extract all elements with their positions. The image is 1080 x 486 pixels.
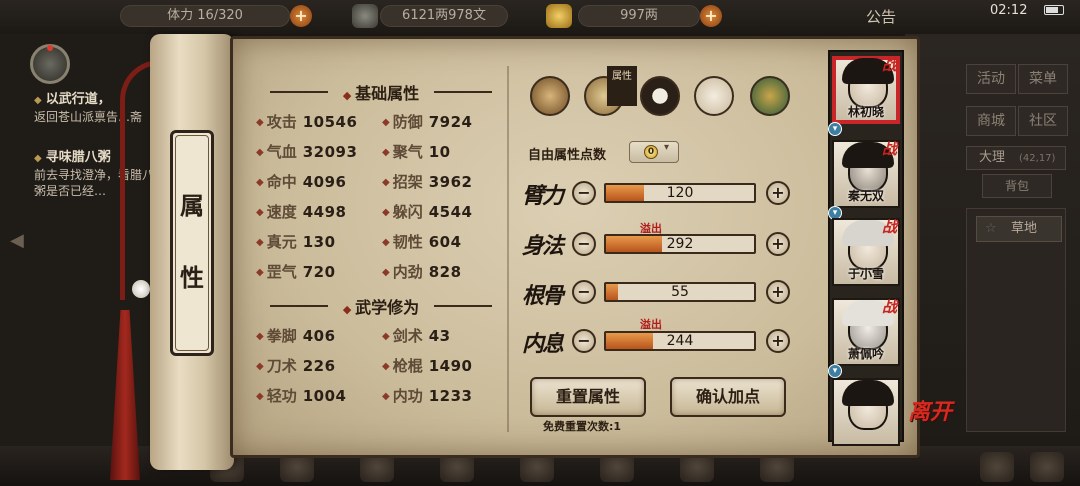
constitution-value: 55	[671, 284, 689, 300]
shop-button[interactable]: 商城	[966, 106, 1016, 136]
breath-value: 244	[666, 333, 694, 349]
hero-name: 于小雪	[847, 267, 884, 281]
stat-speed: 速度4498	[256, 201, 346, 222]
hero-name: 秦无双	[847, 189, 884, 203]
attr-name-constitution: 根骨	[522, 283, 564, 309]
confirm-points-button[interactable]: 确认加点	[670, 377, 786, 417]
money-display: 6121两978文	[380, 5, 508, 27]
stat-dodge: 躲闪4544	[382, 201, 472, 222]
agility-value: 292	[666, 236, 694, 252]
terrain-label: ☆ 草地	[976, 216, 1062, 242]
battle-tag-icon: 战	[882, 56, 898, 74]
stat-hit: 命中4096	[256, 171, 346, 192]
stat-neigong: 内功1233	[382, 385, 472, 406]
stat-parry: 招架3962	[382, 171, 472, 192]
stat-spear: 枪棍1490	[382, 355, 472, 376]
reset-attributes-button[interactable]: 重置属性	[530, 377, 646, 417]
notice-button[interactable]: 公告	[866, 6, 896, 27]
agility-increase-button[interactable]: +	[766, 232, 790, 256]
location-name: 大理	[979, 150, 1006, 165]
minimap-compass-icon[interactable]	[30, 44, 70, 84]
body-pose-icon[interactable]	[694, 76, 734, 116]
free-points-label: 自由属性点数	[528, 148, 607, 163]
constitution-bar: 55	[604, 282, 756, 302]
attr-name-breath: 内息	[522, 331, 564, 357]
jade-bead-icon	[132, 280, 150, 298]
terrain-name: 草地	[1011, 221, 1038, 236]
location-coords: (42,17)	[1019, 153, 1056, 164]
location-display: 大理 (42,17)	[966, 146, 1066, 170]
hero-badge-icon: ▾	[828, 364, 842, 378]
stat-aura: 罡气720	[256, 261, 336, 282]
free-points-value: 0	[644, 145, 658, 159]
stat-blade: 刀术226	[256, 355, 336, 376]
silver-coin-icon	[352, 4, 378, 28]
add-gold-button[interactable]: +	[700, 5, 722, 27]
strength-increase-button[interactable]: +	[766, 181, 790, 205]
toolbar-item-icon[interactable]	[980, 452, 1014, 482]
stat-toughness: 韧性604	[382, 231, 462, 252]
star-icon: ☆	[985, 221, 997, 236]
hero-card-5[interactable]	[832, 378, 900, 446]
overflow-label: 溢出	[640, 318, 662, 331]
dropdown-icon[interactable]: ▾	[664, 142, 669, 153]
panel-divider	[507, 66, 509, 432]
agility-bar: 292	[604, 234, 756, 254]
martial-title: 武学修为	[262, 294, 500, 317]
menu-button[interactable]: 菜单	[1018, 64, 1068, 94]
agility-decrease-button[interactable]: −	[572, 232, 596, 256]
stat-defense: 防御7924	[382, 111, 472, 132]
basic-attributes-title: 基础属性	[262, 80, 500, 103]
stat-lightfoot: 轻功1004	[256, 385, 346, 406]
hero-name: 萧佩吟	[847, 347, 884, 361]
stat-sword: 剑术43	[382, 325, 451, 346]
stat-hp: 气血32093	[256, 141, 357, 162]
add-stamina-button[interactable]: +	[290, 5, 312, 27]
stat-fist: 拳脚406	[256, 325, 336, 346]
stat-inner-force: 内劲828	[382, 261, 462, 282]
yin-yang-icon[interactable]	[640, 76, 680, 116]
strength-decrease-button[interactable]: −	[572, 181, 596, 205]
battle-tag-icon: 战	[882, 218, 898, 236]
breath-bar: 244	[604, 331, 756, 351]
hero-badge-icon: ▾	[828, 122, 842, 136]
breath-decrease-button[interactable]: −	[572, 329, 596, 353]
scroll-title-char: 性	[180, 263, 204, 292]
battery-icon	[1044, 5, 1064, 15]
collapse-left-icon[interactable]: ◀	[10, 230, 24, 251]
strength-value: 120	[666, 185, 694, 201]
activity-button[interactable]: 活动	[966, 64, 1016, 94]
stamina-display: 体力 16/320	[120, 5, 290, 27]
top-status-bar: 体力 16/320 + 6121两978文 997两 + 公告 02:12	[0, 0, 1080, 34]
stat-energy: 真元130	[256, 231, 336, 252]
stat-attack: 攻击10546	[256, 111, 357, 132]
free-reset-count: 免费重置次数:1	[543, 420, 622, 433]
hair	[842, 380, 894, 406]
gold-display: 997两	[578, 5, 700, 27]
clock: 02:12	[990, 3, 1028, 18]
tab-attributes-selected[interactable]: 属性	[607, 66, 637, 106]
constitution-decrease-button[interactable]: −	[572, 280, 596, 304]
constitution-increase-button[interactable]: +	[766, 280, 790, 304]
straw-hat-icon[interactable]	[530, 76, 570, 116]
stat-focus: 聚气10	[382, 141, 451, 162]
toolbar-item-icon[interactable]	[1030, 452, 1064, 482]
gold-ingot-icon	[546, 4, 572, 28]
breath-increase-button[interactable]: +	[766, 329, 790, 353]
battle-tag-icon: 战	[882, 298, 898, 316]
attr-name-strength: 臂力	[522, 183, 564, 209]
strength-bar: 120	[604, 183, 756, 203]
attr-name-agility: 身法	[522, 233, 564, 259]
battle-tag-icon: 战	[882, 140, 898, 158]
leave-button[interactable]: 离开	[908, 401, 952, 423]
bag-button[interactable]: 背包	[982, 174, 1052, 198]
community-button[interactable]: 社区	[1018, 106, 1068, 136]
scroll-title-panel	[170, 130, 214, 356]
scroll-title-char: 属	[180, 191, 204, 220]
compass-disc-icon[interactable]	[750, 76, 790, 116]
hero-name: 林初晓	[847, 105, 884, 119]
